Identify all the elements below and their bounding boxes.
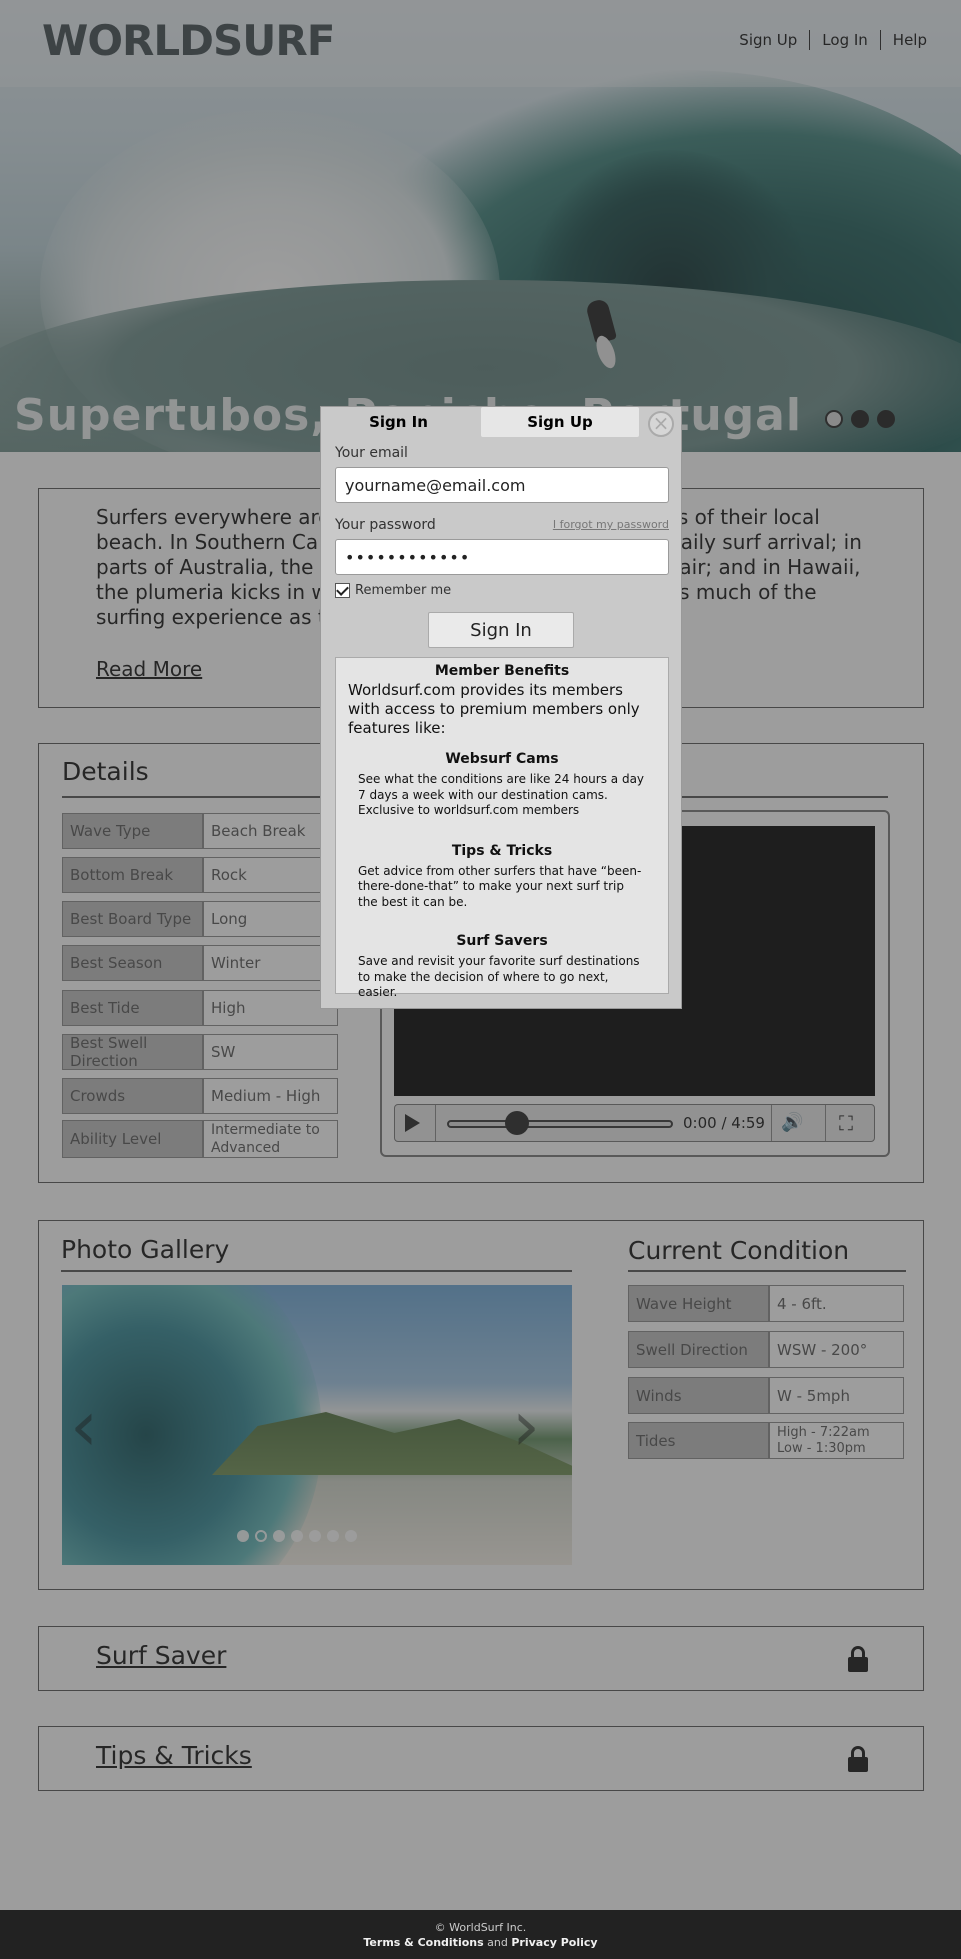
remember-label: Remember me	[355, 583, 452, 598]
benefit-title: Surf Savers	[456, 933, 548, 949]
close-icon[interactable]: ×	[648, 411, 674, 437]
email-field[interactable]: yourname@email.com	[335, 467, 669, 503]
benefits-title: Member Benefits	[434, 663, 570, 679]
member-benefits: Member Benefits Worldsurf.com provides i…	[335, 657, 669, 999]
forgot-password-link[interactable]: I forgot my password	[553, 518, 669, 531]
benefit-title: Websurf Cams	[445, 751, 559, 767]
tab-sign-up[interactable]: Sign Up	[481, 407, 639, 437]
remember-me[interactable]: Remember me	[335, 583, 451, 598]
benefits-intro: Worldsurf.com provides its members with …	[348, 681, 640, 737]
remember-checkbox[interactable]	[335, 583, 350, 598]
privacy-link[interactable]: Privacy Policy	[511, 1936, 597, 1949]
password-field[interactable]: ••••••••••••	[335, 539, 669, 575]
tab-sign-in[interactable]: Sign In	[321, 407, 476, 437]
benefit-desc: See what the conditions are like 24 hour…	[358, 772, 645, 817]
email-label: Your email	[335, 445, 408, 461]
footer-copyright: © WorldSurf Inc.	[434, 1921, 527, 1934]
benefit-desc: Save and revisit your favorite surf dest…	[358, 954, 640, 999]
footer: © WorldSurf Inc. Terms & Conditions and …	[0, 1910, 961, 1959]
benefit-desc: Get advice from other surfers that have …	[358, 863, 642, 909]
benefit-title: Tips & Tricks	[451, 842, 553, 859]
password-label: Your password	[335, 517, 436, 533]
sign-in-modal: Sign In Sign Up × Your email yourname@em…	[320, 406, 682, 1009]
sign-in-button[interactable]: Sign In	[428, 612, 574, 648]
footer-and: and	[487, 1936, 508, 1949]
terms-link[interactable]: Terms & Conditions	[363, 1936, 483, 1949]
footer-links: Terms & Conditions and Privacy Policy	[0, 1935, 961, 1950]
